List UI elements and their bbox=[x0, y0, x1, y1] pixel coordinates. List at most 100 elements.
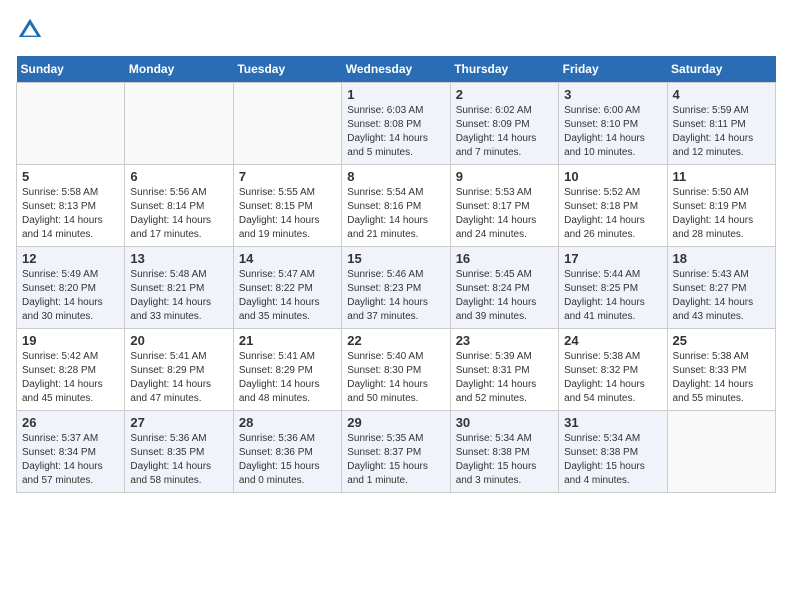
day-info: Sunrise: 5:40 AM Sunset: 8:30 PM Dayligh… bbox=[347, 350, 444, 406]
calendar-cell: 29 Sunrise: 5:35 AM Sunset: 8:37 PM Dayli… bbox=[342, 411, 450, 493]
calendar-cell: 23 Sunrise: 5:39 AM Sunset: 8:31 PM Dayli… bbox=[450, 329, 558, 411]
calendar-cell: 31Sunrise: 5:34 AM Sunset: 8:38 PM Dayli… bbox=[559, 411, 667, 493]
calendar-week-row: 26 Sunrise: 5:37 AM Sunset: 8:34 PM Dayli… bbox=[17, 411, 776, 493]
calendar-cell: 4 Sunrise: 5:59 AM Sunset: 8:11 PM Daylig… bbox=[667, 83, 775, 165]
calendar-header: SundayMondayTuesdayWednesdayThursdayFrid… bbox=[17, 56, 776, 83]
calendar-cell: 25 Sunrise: 5:38 AM Sunset: 8:33 PM Dayli… bbox=[667, 329, 775, 411]
calendar-table: SundayMondayTuesdayWednesdayThursdayFrid… bbox=[16, 56, 776, 493]
day-number: 20 bbox=[130, 333, 227, 348]
day-info: Sunrise: 5:45 AM Sunset: 8:24 PM Dayligh… bbox=[456, 268, 553, 324]
day-info: Sunrise: 5:36 AM Sunset: 8:36 PM Dayligh… bbox=[239, 432, 336, 488]
calendar-cell: 5 Sunrise: 5:58 AM Sunset: 8:13 PM Daylig… bbox=[17, 165, 125, 247]
day-info: Sunrise: 5:41 AM Sunset: 8:29 PM Dayligh… bbox=[239, 350, 336, 406]
calendar-cell: 10 Sunrise: 5:52 AM Sunset: 8:18 PM Dayli… bbox=[559, 165, 667, 247]
calendar-week-row: 12 Sunrise: 5:49 AM Sunset: 8:20 PM Dayli… bbox=[17, 247, 776, 329]
calendar-cell: 8Sunrise: 5:54 AM Sunset: 8:16 PM Daylig… bbox=[342, 165, 450, 247]
day-number: 13 bbox=[130, 251, 227, 266]
day-number: 6 bbox=[130, 169, 227, 184]
calendar-cell: 21 Sunrise: 5:41 AM Sunset: 8:29 PM Dayli… bbox=[233, 329, 341, 411]
day-info: Sunrise: 5:44 AM Sunset: 8:25 PM Dayligh… bbox=[564, 268, 661, 324]
calendar-cell bbox=[233, 83, 341, 165]
day-number: 7 bbox=[239, 169, 336, 184]
day-info: Sunrise: 5:35 AM Sunset: 8:37 PM Dayligh… bbox=[347, 432, 444, 488]
day-number: 27 bbox=[130, 415, 227, 430]
day-number: 23 bbox=[456, 333, 553, 348]
calendar-cell bbox=[17, 83, 125, 165]
weekday-header: Friday bbox=[559, 56, 667, 83]
calendar-cell bbox=[125, 83, 233, 165]
day-info: Sunrise: 5:38 AM Sunset: 8:33 PM Dayligh… bbox=[673, 350, 770, 406]
day-number: 30 bbox=[456, 415, 553, 430]
day-number: 25 bbox=[673, 333, 770, 348]
calendar-week-row: 1 Sunrise: 6:03 AM Sunset: 8:08 PM Daylig… bbox=[17, 83, 776, 165]
calendar-cell: 6 Sunrise: 5:56 AM Sunset: 8:14 PM Daylig… bbox=[125, 165, 233, 247]
day-number: 19 bbox=[22, 333, 119, 348]
calendar-cell: 16 Sunrise: 5:45 AM Sunset: 8:24 PM Dayli… bbox=[450, 247, 558, 329]
calendar-cell: 13Sunrise: 5:48 AM Sunset: 8:21 PM Dayli… bbox=[125, 247, 233, 329]
day-info: Sunrise: 5:55 AM Sunset: 8:15 PM Dayligh… bbox=[239, 186, 336, 242]
calendar-cell: 3 Sunrise: 6:00 AM Sunset: 8:10 PM Daylig… bbox=[559, 83, 667, 165]
calendar-cell: 27 Sunrise: 5:36 AM Sunset: 8:35 PM Dayli… bbox=[125, 411, 233, 493]
day-number: 24 bbox=[564, 333, 661, 348]
day-info: Sunrise: 5:56 AM Sunset: 8:14 PM Dayligh… bbox=[130, 186, 227, 242]
calendar-cell: 1 Sunrise: 6:03 AM Sunset: 8:08 PM Daylig… bbox=[342, 83, 450, 165]
day-number: 21 bbox=[239, 333, 336, 348]
weekday-header: Wednesday bbox=[342, 56, 450, 83]
day-number: 3 bbox=[564, 87, 661, 102]
day-info: Sunrise: 5:34 AM Sunset: 8:38 PM Dayligh… bbox=[456, 432, 553, 488]
day-info: Sunrise: 6:00 AM Sunset: 8:10 PM Dayligh… bbox=[564, 104, 661, 160]
day-info: Sunrise: 6:02 AM Sunset: 8:09 PM Dayligh… bbox=[456, 104, 553, 160]
day-info: Sunrise: 6:03 AM Sunset: 8:08 PM Dayligh… bbox=[347, 104, 444, 160]
calendar-cell: 26 Sunrise: 5:37 AM Sunset: 8:34 PM Dayli… bbox=[17, 411, 125, 493]
day-number: 4 bbox=[673, 87, 770, 102]
page-header bbox=[16, 16, 776, 44]
weekday-header: Monday bbox=[125, 56, 233, 83]
day-number: 28 bbox=[239, 415, 336, 430]
calendar-cell: 7 Sunrise: 5:55 AM Sunset: 8:15 PM Daylig… bbox=[233, 165, 341, 247]
logo bbox=[16, 16, 46, 44]
day-number: 5 bbox=[22, 169, 119, 184]
logo-icon bbox=[16, 16, 44, 44]
calendar-cell: 2Sunrise: 6:02 AM Sunset: 8:09 PM Daylig… bbox=[450, 83, 558, 165]
day-number: 11 bbox=[673, 169, 770, 184]
day-number: 22 bbox=[347, 333, 444, 348]
day-info: Sunrise: 5:39 AM Sunset: 8:31 PM Dayligh… bbox=[456, 350, 553, 406]
day-number: 10 bbox=[564, 169, 661, 184]
calendar-cell: 11 Sunrise: 5:50 AM Sunset: 8:19 PM Dayli… bbox=[667, 165, 775, 247]
weekday-header: Sunday bbox=[17, 56, 125, 83]
day-number: 26 bbox=[22, 415, 119, 430]
calendar-week-row: 19Sunrise: 5:42 AM Sunset: 8:28 PM Dayli… bbox=[17, 329, 776, 411]
calendar-cell: 30 Sunrise: 5:34 AM Sunset: 8:38 PM Dayli… bbox=[450, 411, 558, 493]
day-number: 16 bbox=[456, 251, 553, 266]
calendar-cell: 20 Sunrise: 5:41 AM Sunset: 8:29 PM Dayli… bbox=[125, 329, 233, 411]
day-number: 15 bbox=[347, 251, 444, 266]
day-number: 9 bbox=[456, 169, 553, 184]
day-info: Sunrise: 5:59 AM Sunset: 8:11 PM Dayligh… bbox=[673, 104, 770, 160]
calendar-cell: 18 Sunrise: 5:43 AM Sunset: 8:27 PM Dayli… bbox=[667, 247, 775, 329]
day-info: Sunrise: 5:58 AM Sunset: 8:13 PM Dayligh… bbox=[22, 186, 119, 242]
day-info: Sunrise: 5:50 AM Sunset: 8:19 PM Dayligh… bbox=[673, 186, 770, 242]
day-number: 14 bbox=[239, 251, 336, 266]
day-info: Sunrise: 5:36 AM Sunset: 8:35 PM Dayligh… bbox=[130, 432, 227, 488]
calendar-cell: 12 Sunrise: 5:49 AM Sunset: 8:20 PM Dayli… bbox=[17, 247, 125, 329]
day-number: 29 bbox=[347, 415, 444, 430]
day-number: 18 bbox=[673, 251, 770, 266]
calendar-cell: 19Sunrise: 5:42 AM Sunset: 8:28 PM Dayli… bbox=[17, 329, 125, 411]
day-info: Sunrise: 5:52 AM Sunset: 8:18 PM Dayligh… bbox=[564, 186, 661, 242]
calendar-cell: 15Sunrise: 5:46 AM Sunset: 8:23 PM Dayli… bbox=[342, 247, 450, 329]
day-info: Sunrise: 5:49 AM Sunset: 8:20 PM Dayligh… bbox=[22, 268, 119, 324]
weekday-header: Saturday bbox=[667, 56, 775, 83]
day-info: Sunrise: 5:43 AM Sunset: 8:27 PM Dayligh… bbox=[673, 268, 770, 324]
calendar-cell bbox=[667, 411, 775, 493]
day-info: Sunrise: 5:41 AM Sunset: 8:29 PM Dayligh… bbox=[130, 350, 227, 406]
calendar-week-row: 5 Sunrise: 5:58 AM Sunset: 8:13 PM Daylig… bbox=[17, 165, 776, 247]
day-number: 12 bbox=[22, 251, 119, 266]
day-number: 1 bbox=[347, 87, 444, 102]
day-info: Sunrise: 5:34 AM Sunset: 8:38 PM Dayligh… bbox=[564, 432, 661, 488]
day-info: Sunrise: 5:38 AM Sunset: 8:32 PM Dayligh… bbox=[564, 350, 661, 406]
calendar-cell: 9Sunrise: 5:53 AM Sunset: 8:17 PM Daylig… bbox=[450, 165, 558, 247]
day-info: Sunrise: 5:37 AM Sunset: 8:34 PM Dayligh… bbox=[22, 432, 119, 488]
day-number: 17 bbox=[564, 251, 661, 266]
calendar-cell: 22 Sunrise: 5:40 AM Sunset: 8:30 PM Dayli… bbox=[342, 329, 450, 411]
calendar-cell: 28 Sunrise: 5:36 AM Sunset: 8:36 PM Dayli… bbox=[233, 411, 341, 493]
